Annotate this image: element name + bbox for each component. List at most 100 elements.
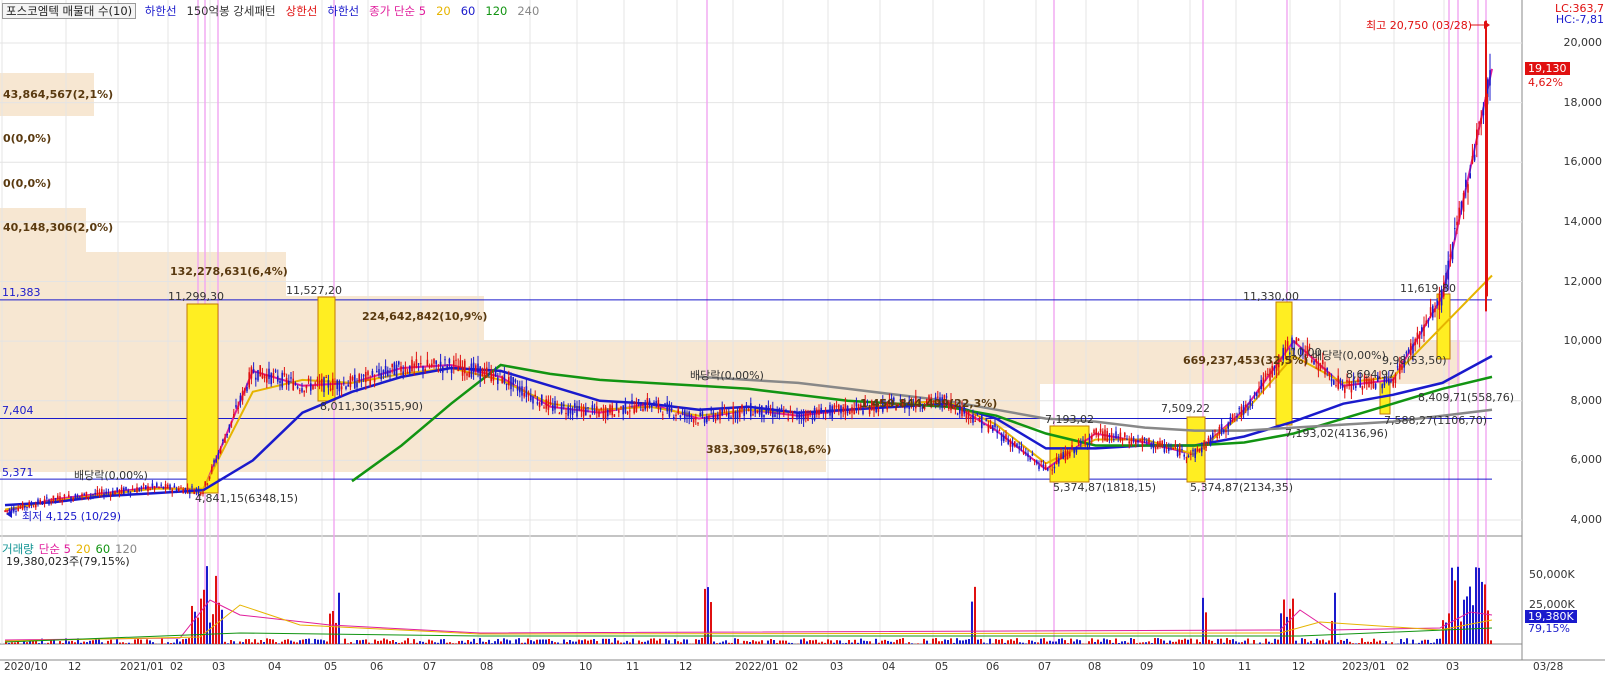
candle-body (547, 399, 550, 410)
candle-body (1467, 184, 1469, 193)
candle-body (519, 386, 521, 393)
candle-body (103, 493, 105, 497)
candle-body (1194, 448, 1196, 459)
volume-bar (359, 640, 361, 644)
candle-body (296, 386, 299, 389)
x-tick-label: 11 (626, 661, 640, 673)
volume-bar (221, 609, 223, 644)
candle-body (824, 411, 827, 415)
volume-bar (467, 639, 469, 644)
candle-body (329, 388, 332, 391)
volume-bar (1049, 640, 1051, 644)
candle-body (85, 492, 88, 499)
candle-body (369, 379, 371, 385)
volume-bar (326, 641, 328, 644)
candle-body (490, 370, 492, 382)
candle-body (754, 408, 756, 414)
candle-body (838, 404, 840, 410)
volume-bar (1454, 580, 1456, 644)
candle-body (741, 405, 743, 410)
candle-body (257, 370, 259, 381)
candle-body (1058, 458, 1060, 464)
candle-body (125, 487, 127, 490)
candle-body (1258, 388, 1260, 394)
candle-body (81, 493, 83, 497)
candle-body (1478, 122, 1480, 124)
candle-body (444, 359, 446, 361)
candle-body (1088, 438, 1091, 443)
volume-bar (719, 642, 721, 644)
volume-bar (263, 641, 265, 644)
dividend-marker: 배당락(0,00%) (690, 369, 764, 382)
volume-bar (572, 641, 574, 644)
volume-bar (563, 639, 565, 644)
volume-bar (173, 642, 175, 644)
volume-bar (197, 617, 199, 644)
candle-body (1412, 343, 1414, 354)
volume-bar (92, 640, 94, 644)
candle-body (376, 371, 378, 373)
volume-bar (962, 640, 964, 644)
x-tick-label: 05 (324, 661, 338, 673)
low-marker: 최저 4,125 (10/29) (22, 510, 122, 523)
volume-bar (461, 640, 463, 644)
candle-body (862, 410, 864, 414)
volume-bar (1142, 642, 1144, 644)
candle-body (426, 359, 429, 367)
volume-bar (491, 643, 493, 644)
candle-body (1163, 444, 1166, 453)
candle-body (261, 372, 264, 379)
volume-bar (1268, 641, 1270, 644)
candle-body (138, 488, 140, 491)
volume-bar (1118, 643, 1120, 644)
candle-body (30, 503, 33, 506)
volume-bar (530, 640, 532, 644)
candle-body (483, 368, 486, 379)
candle-body (974, 420, 976, 422)
candle-body (1245, 404, 1247, 408)
candle-body (431, 363, 433, 367)
candle-body (1009, 440, 1012, 447)
legend-item: 하한선 (327, 4, 360, 18)
volume-bar (344, 638, 346, 644)
candle-body (703, 418, 706, 423)
candle-body (1077, 440, 1080, 445)
price-annotation: 7,509,22 (1161, 402, 1210, 415)
candle-body (417, 363, 420, 365)
candle-body (1075, 447, 1078, 453)
candle-body (120, 487, 123, 493)
volume-bar (1124, 641, 1126, 644)
candle-body (1143, 438, 1146, 441)
volume-bar (707, 587, 709, 644)
volume-bar (1274, 638, 1276, 644)
candle-body (1082, 439, 1084, 441)
candle-body (1203, 442, 1205, 447)
candle-body (362, 374, 365, 377)
volume-bar (527, 638, 529, 644)
candle-body (855, 402, 858, 407)
volume-bar (668, 640, 670, 644)
candle-body (393, 362, 396, 376)
chart-window: 포스코엠텍 매물대 수(10) 하한선 150억봉 강세패턴 상한선 하한선 종가 단순… (0, 0, 1605, 677)
volume-bar (758, 641, 760, 644)
candle-body (670, 408, 673, 411)
candle-body (1425, 320, 1427, 325)
x-tick-label: 06 (986, 661, 1000, 673)
candle-body (622, 405, 624, 415)
volume-bar (680, 642, 682, 644)
candle-body (252, 369, 255, 373)
volume-bar (851, 642, 853, 644)
volume-bar (278, 643, 280, 644)
volume-bar (785, 640, 787, 644)
volume-bar (1313, 643, 1315, 644)
volume-bar (1202, 597, 1204, 644)
candle-body (371, 371, 374, 376)
candle-body (37, 499, 39, 505)
candle-body (475, 365, 477, 371)
candle-body (39, 499, 41, 504)
candle-body (303, 390, 305, 393)
candle-body (153, 486, 156, 490)
candle-body (437, 369, 440, 372)
volume-bar (995, 639, 997, 644)
candle-body (758, 409, 761, 415)
